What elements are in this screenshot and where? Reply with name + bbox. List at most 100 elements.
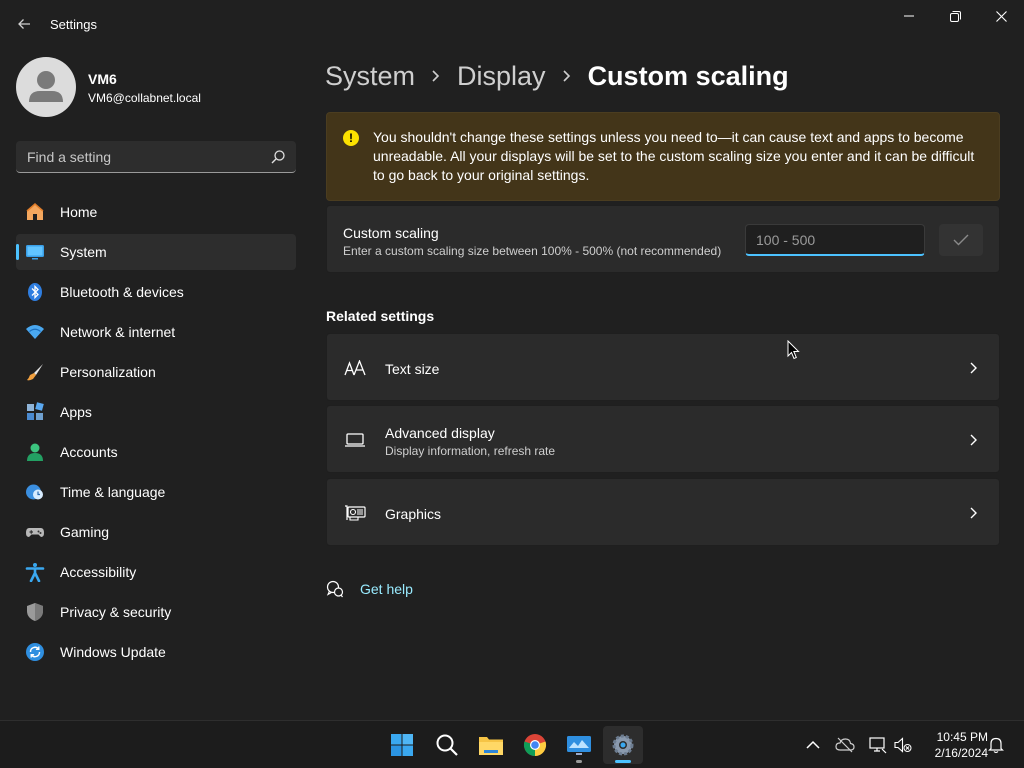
sidebar-item-label: Personalization bbox=[60, 364, 156, 380]
accounts-icon bbox=[25, 442, 45, 462]
search-input[interactable] bbox=[16, 141, 266, 172]
chevron-right-icon bbox=[970, 507, 977, 519]
cloud-offline-icon bbox=[835, 737, 855, 753]
accessibility-icon bbox=[25, 562, 45, 582]
search-box[interactable] bbox=[16, 141, 296, 173]
show-hidden-icons-button[interactable] bbox=[803, 735, 823, 755]
onedrive-tray-button[interactable] bbox=[835, 735, 855, 755]
wifi-icon bbox=[25, 322, 45, 342]
time-language-icon bbox=[25, 482, 45, 502]
checkmark-icon bbox=[953, 234, 969, 246]
chrome-icon bbox=[523, 734, 547, 757]
breadcrumb-display[interactable]: Display bbox=[457, 61, 546, 92]
sidebar-item-label: Windows Update bbox=[60, 644, 166, 660]
sidebar-item-label: Home bbox=[60, 204, 98, 220]
gamepad-icon bbox=[25, 522, 45, 542]
sidebar-item-privacy[interactable]: Privacy & security bbox=[16, 594, 296, 630]
custom-scaling-title: Custom scaling bbox=[343, 225, 439, 241]
chrome-button[interactable] bbox=[515, 726, 555, 764]
sidebar-item-system[interactable]: System bbox=[16, 234, 296, 270]
clock-date: 2/16/2024 bbox=[934, 746, 988, 760]
notifications-button[interactable] bbox=[986, 735, 1006, 755]
bluetooth-icon bbox=[25, 282, 45, 302]
mouse-cursor-icon bbox=[787, 340, 800, 360]
restore-button[interactable] bbox=[932, 0, 978, 32]
taskbar: 10:45 PM 2/16/2024 bbox=[0, 720, 1024, 768]
graphics-card-icon bbox=[343, 503, 367, 523]
back-arrow-icon bbox=[18, 19, 30, 29]
custom-scaling-input[interactable] bbox=[745, 224, 925, 256]
active-indicator bbox=[615, 760, 631, 763]
volume-tray-button[interactable] bbox=[893, 735, 913, 755]
start-button[interactable] bbox=[382, 726, 422, 764]
remote-desktop-button[interactable] bbox=[559, 726, 599, 764]
folder-icon bbox=[479, 737, 503, 755]
sidebar-item-accounts[interactable]: Accounts bbox=[16, 434, 296, 470]
restore-icon bbox=[949, 10, 961, 22]
help-chat-icon bbox=[326, 580, 344, 598]
user-profile[interactable]: VM6 VM6@collabnet.local bbox=[16, 57, 306, 117]
sidebar-item-label: Time & language bbox=[60, 484, 166, 500]
custom-scaling-description: Enter a custom scaling size between 100%… bbox=[343, 244, 722, 258]
settings-taskbar-button[interactable] bbox=[603, 726, 643, 764]
chevron-right-icon bbox=[970, 434, 977, 446]
gear-icon bbox=[612, 734, 634, 756]
sidebar: VM6 VM6@collabnet.local Home System Blue… bbox=[0, 48, 312, 720]
app-title: Settings bbox=[50, 17, 97, 32]
sidebar-item-network[interactable]: Network & internet bbox=[16, 314, 296, 350]
update-icon bbox=[25, 642, 45, 662]
sidebar-item-label: Gaming bbox=[60, 524, 110, 540]
running-indicator bbox=[576, 760, 582, 763]
link-subtitle: Display information, refresh rate bbox=[385, 444, 556, 458]
related-settings-heading: Related settings bbox=[326, 308, 435, 324]
nav-list: Home System Bluetooth & devices Network … bbox=[16, 194, 296, 674]
text-size-link[interactable]: Text size bbox=[326, 333, 1000, 401]
home-icon bbox=[25, 202, 45, 222]
sidebar-item-label: Privacy & security bbox=[60, 604, 172, 620]
sidebar-item-label: Accessibility bbox=[60, 564, 137, 580]
custom-scaling-card: Custom scaling Enter a custom scaling si… bbox=[326, 205, 1000, 273]
link-title: Advanced display bbox=[385, 425, 495, 441]
volume-muted-icon bbox=[894, 737, 912, 753]
brush-icon bbox=[25, 362, 45, 382]
sidebar-item-apps[interactable]: Apps bbox=[16, 394, 296, 430]
monitor-icon bbox=[343, 430, 367, 450]
sidebar-item-accessibility[interactable]: Accessibility bbox=[16, 554, 296, 590]
breadcrumb-system[interactable]: System bbox=[325, 61, 415, 92]
shield-icon bbox=[25, 602, 45, 622]
sidebar-item-bluetooth[interactable]: Bluetooth & devices bbox=[16, 274, 296, 310]
network-icon bbox=[869, 737, 887, 754]
system-icon bbox=[25, 242, 45, 262]
link-title: Text size bbox=[385, 361, 440, 377]
bell-icon bbox=[988, 737, 1004, 754]
file-explorer-button[interactable] bbox=[471, 726, 511, 764]
back-button[interactable] bbox=[8, 8, 40, 40]
taskbar-clock[interactable]: 10:45 PM 2/16/2024 bbox=[918, 729, 988, 761]
minimize-icon bbox=[904, 15, 914, 17]
warning-text: You shouldn't change these settings unle… bbox=[373, 129, 975, 183]
taskbar-search-button[interactable] bbox=[427, 726, 467, 764]
sidebar-item-label: System bbox=[60, 244, 107, 260]
sidebar-item-gaming[interactable]: Gaming bbox=[16, 514, 296, 550]
sidebar-item-personalization[interactable]: Personalization bbox=[16, 354, 296, 390]
network-tray-button[interactable] bbox=[867, 735, 887, 755]
sidebar-item-windows-update[interactable]: Windows Update bbox=[16, 634, 296, 670]
user-avatar-icon bbox=[29, 71, 63, 102]
user-name: VM6 bbox=[88, 71, 117, 87]
sidebar-item-time-language[interactable]: Time & language bbox=[16, 474, 296, 510]
close-button[interactable] bbox=[978, 0, 1024, 32]
search-icon[interactable] bbox=[270, 149, 286, 165]
advanced-display-link[interactable]: Advanced display Display information, re… bbox=[326, 405, 1000, 473]
minimize-button[interactable] bbox=[886, 0, 932, 32]
graphics-link[interactable]: Graphics bbox=[326, 478, 1000, 546]
apply-scaling-button[interactable] bbox=[939, 224, 983, 256]
page-title: Custom scaling bbox=[587, 60, 789, 91]
user-email: VM6@collabnet.local bbox=[88, 91, 201, 105]
windows-start-icon bbox=[391, 734, 413, 756]
sidebar-item-home[interactable]: Home bbox=[16, 194, 296, 230]
remote-desktop-icon bbox=[567, 736, 591, 755]
warning-banner: ! You shouldn't change these settings un… bbox=[326, 112, 1000, 201]
get-help-link[interactable]: Get help bbox=[326, 579, 413, 599]
close-icon bbox=[995, 10, 1007, 22]
title-bar: Settings bbox=[0, 0, 1024, 48]
